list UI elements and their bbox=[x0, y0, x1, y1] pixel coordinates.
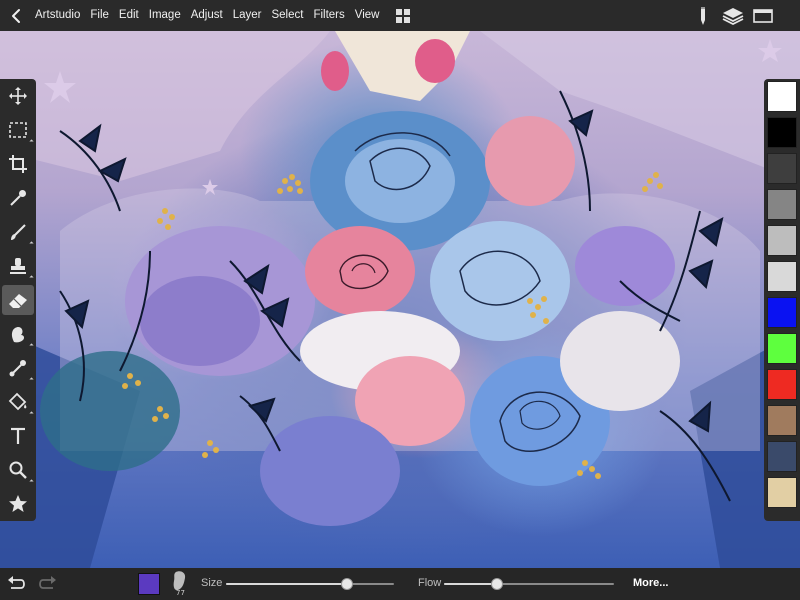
fill-bucket-icon bbox=[8, 392, 27, 411]
flow-slider[interactable] bbox=[444, 578, 614, 590]
magnifier-icon bbox=[9, 461, 27, 479]
color-swatch[interactable] bbox=[767, 297, 797, 328]
menu-image[interactable]: Image bbox=[144, 0, 186, 31]
color-swatch[interactable] bbox=[767, 261, 797, 292]
redo-icon bbox=[39, 576, 56, 589]
drawing-canvas[interactable] bbox=[0, 31, 800, 568]
brush-size-value: 77 bbox=[176, 589, 185, 597]
undo-icon bbox=[8, 576, 25, 589]
color-palette bbox=[764, 79, 800, 521]
eyedropper-icon bbox=[10, 190, 26, 206]
flow-label: Flow bbox=[418, 577, 442, 589]
submenu-indicator bbox=[29, 275, 34, 280]
layers-button[interactable] bbox=[718, 0, 748, 31]
fill-tool[interactable] bbox=[2, 387, 34, 417]
zoom-tool[interactable] bbox=[2, 455, 34, 485]
grid-icon bbox=[396, 8, 411, 23]
color-swatch[interactable] bbox=[767, 81, 797, 112]
grid-button[interactable] bbox=[390, 0, 416, 31]
text-tool[interactable] bbox=[2, 421, 34, 451]
chevron-left-icon bbox=[12, 8, 20, 23]
color-swatch[interactable] bbox=[767, 441, 797, 472]
submenu-indicator bbox=[29, 479, 34, 484]
color-swatch[interactable] bbox=[767, 117, 797, 148]
color-swatch[interactable] bbox=[767, 477, 797, 508]
move-tool[interactable] bbox=[2, 81, 34, 111]
brush-tool[interactable] bbox=[2, 217, 34, 247]
size-label: Size bbox=[201, 577, 223, 589]
color-swatch[interactable] bbox=[767, 225, 797, 256]
marquee-icon bbox=[9, 122, 27, 138]
submenu-indicator bbox=[29, 241, 34, 246]
flow-slider-fill bbox=[444, 583, 497, 585]
layers-icon bbox=[722, 7, 744, 25]
color-swatch[interactable] bbox=[767, 189, 797, 220]
submenu-indicator bbox=[29, 343, 34, 348]
text-icon bbox=[11, 427, 25, 444]
select-tool[interactable] bbox=[2, 115, 34, 145]
eraser-icon bbox=[9, 294, 27, 308]
window-icon bbox=[753, 8, 773, 23]
favorites-tool[interactable] bbox=[2, 489, 34, 519]
color-swatch[interactable] bbox=[767, 153, 797, 184]
crop-icon bbox=[9, 155, 27, 173]
back-button[interactable] bbox=[2, 0, 30, 31]
more-button[interactable]: More... bbox=[633, 577, 668, 589]
menu-view[interactable]: View bbox=[350, 0, 385, 31]
dodge-tool[interactable] bbox=[2, 353, 34, 383]
size-slider-knob[interactable] bbox=[340, 578, 353, 590]
artwork-illustration bbox=[0, 31, 800, 568]
crop-tool[interactable] bbox=[2, 149, 34, 179]
star-icon bbox=[9, 495, 27, 512]
tool-palette bbox=[0, 79, 36, 521]
color-swatch[interactable] bbox=[767, 369, 797, 400]
menu-file[interactable]: File bbox=[85, 0, 114, 31]
stamp-tool[interactable] bbox=[2, 251, 34, 281]
menu-select[interactable]: Select bbox=[266, 0, 308, 31]
bottom-toolbar: 77 Size Flow More... bbox=[0, 568, 800, 600]
eyedropper-tool[interactable] bbox=[2, 183, 34, 213]
size-slider[interactable] bbox=[226, 578, 394, 590]
smudge-icon bbox=[11, 326, 25, 343]
menu-layer[interactable]: Layer bbox=[228, 0, 267, 31]
menu-filters[interactable]: Filters bbox=[308, 0, 349, 31]
submenu-indicator bbox=[29, 139, 34, 144]
menu-adjust[interactable]: Adjust bbox=[186, 0, 228, 31]
undo-button[interactable] bbox=[6, 574, 26, 594]
menu-bar: Artstudio File Edit Image Adjust Layer S… bbox=[0, 0, 800, 31]
size-slider-fill bbox=[226, 583, 347, 585]
eraser-tool[interactable] bbox=[2, 285, 34, 315]
submenu-indicator bbox=[29, 411, 34, 416]
dodge-icon bbox=[9, 360, 26, 377]
smudge-tool[interactable] bbox=[2, 319, 34, 349]
window-button[interactable] bbox=[748, 0, 778, 31]
menu-artstudio[interactable]: Artstudio bbox=[30, 0, 85, 31]
pencil-button[interactable] bbox=[688, 0, 718, 31]
menu-edit[interactable]: Edit bbox=[114, 0, 144, 31]
color-swatch[interactable] bbox=[767, 333, 797, 364]
stamp-icon bbox=[10, 258, 26, 274]
flow-slider-knob[interactable] bbox=[490, 578, 503, 590]
brush-icon bbox=[11, 224, 26, 240]
submenu-indicator bbox=[29, 377, 34, 382]
color-swatch[interactable] bbox=[767, 405, 797, 436]
pencil-icon bbox=[701, 6, 705, 25]
current-color-chip[interactable] bbox=[138, 573, 160, 595]
redo-button[interactable] bbox=[38, 574, 58, 594]
move-icon bbox=[9, 87, 27, 105]
